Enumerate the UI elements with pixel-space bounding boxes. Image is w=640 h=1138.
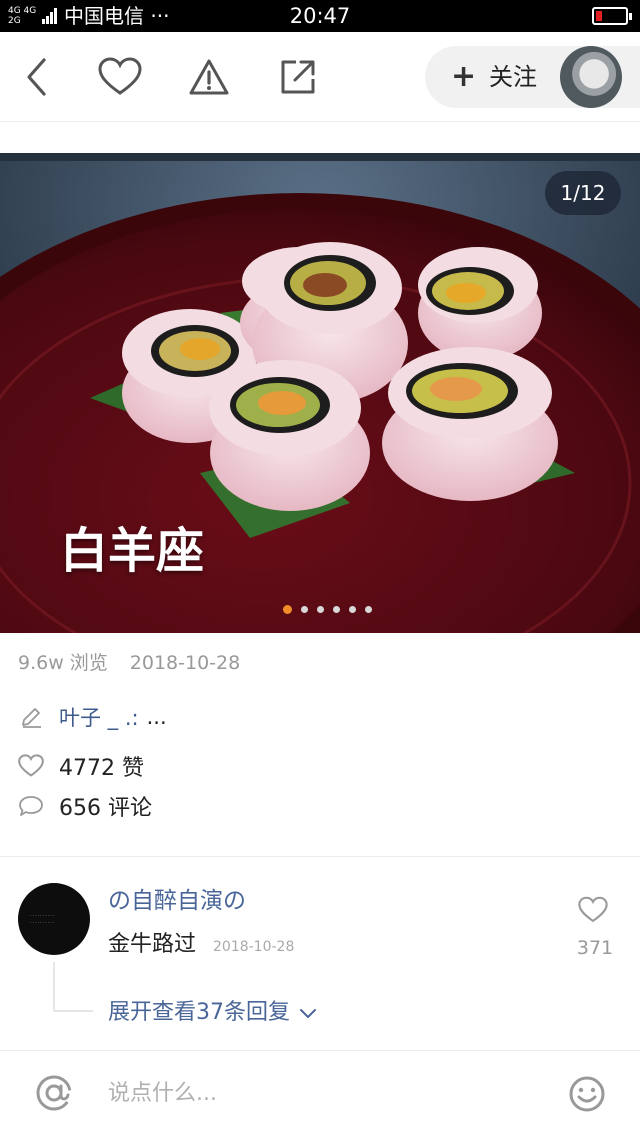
battery-icon bbox=[592, 7, 632, 25]
carousel-dot[interactable] bbox=[301, 606, 308, 613]
clock: 20:47 bbox=[289, 4, 351, 28]
heart-icon bbox=[18, 753, 44, 779]
image-caption: 白羊座 bbox=[60, 523, 205, 579]
carousel-dot[interactable] bbox=[333, 606, 340, 613]
image-carousel[interactable]: 1/12 白羊座 bbox=[0, 153, 640, 633]
share-button[interactable] bbox=[275, 54, 321, 100]
author-row[interactable]: 叶子 _ .: ... bbox=[18, 702, 167, 732]
top-nav-bar: + 关注 bbox=[0, 32, 640, 122]
view-count: 9.6w 浏览 bbox=[18, 652, 108, 674]
image-counter: 1/12 bbox=[545, 171, 621, 215]
smiley-icon bbox=[569, 1076, 605, 1112]
comment-like-count: 371 bbox=[576, 937, 614, 959]
post-meta: 9.6w 浏览 2018-10-28 bbox=[18, 650, 240, 676]
heart-icon bbox=[98, 57, 142, 95]
comment-like-button[interactable] bbox=[578, 896, 612, 926]
carousel-dot[interactable] bbox=[349, 606, 356, 613]
comment-text: 金牛路过 bbox=[108, 932, 197, 957]
comment-stat-row: 656 评论 bbox=[18, 791, 152, 821]
follow-label: 关注 bbox=[489, 63, 537, 91]
plus-icon: + bbox=[451, 59, 477, 94]
section-divider bbox=[0, 856, 640, 857]
post-date: 2018-10-28 bbox=[129, 652, 241, 674]
comment-date: 2018-10-28 bbox=[213, 939, 295, 955]
pencil-icon bbox=[18, 704, 44, 730]
emoji-button[interactable] bbox=[568, 1075, 606, 1113]
comment-count: 656 评论 bbox=[59, 796, 152, 821]
heart-icon bbox=[578, 896, 608, 923]
warning-icon bbox=[189, 59, 229, 95]
report-button[interactable] bbox=[186, 54, 232, 100]
chevron-down-icon bbox=[300, 1009, 316, 1018]
like-stat-row: 4772 赞 bbox=[18, 751, 144, 781]
mention-button[interactable] bbox=[34, 1073, 74, 1113]
chevron-left-icon bbox=[27, 58, 46, 96]
share-icon bbox=[281, 60, 315, 94]
at-icon bbox=[36, 1075, 72, 1111]
like-button[interactable] bbox=[97, 54, 143, 100]
status-bar: 4G 4G 2G 中国电信 ··· 20:47 bbox=[0, 0, 640, 32]
expand-replies-button[interactable]: 展开查看37条回复 bbox=[108, 998, 318, 1028]
back-button[interactable] bbox=[14, 54, 60, 100]
commenter-avatar[interactable]: · · · · · · · · · · · · · · · · · · · · bbox=[18, 883, 90, 955]
comment-input[interactable] bbox=[108, 1073, 528, 1113]
reply-thread-line bbox=[53, 962, 93, 1012]
comment-input-bar bbox=[0, 1050, 640, 1138]
author-more: ... bbox=[146, 705, 167, 729]
commenter-name[interactable]: の自醉自演の bbox=[108, 886, 246, 916]
carousel-dots[interactable] bbox=[283, 605, 381, 616]
comment-bubble-icon bbox=[18, 793, 44, 819]
carousel-dot[interactable] bbox=[283, 605, 292, 614]
carousel-dot[interactable] bbox=[317, 606, 324, 613]
carousel-dot[interactable] bbox=[365, 606, 372, 613]
author-name[interactable]: 叶子 _ .: bbox=[59, 702, 139, 732]
author-avatar[interactable] bbox=[560, 46, 622, 108]
expand-replies-label: 展开查看37条回复 bbox=[108, 1000, 290, 1025]
like-count: 4772 赞 bbox=[59, 756, 144, 781]
